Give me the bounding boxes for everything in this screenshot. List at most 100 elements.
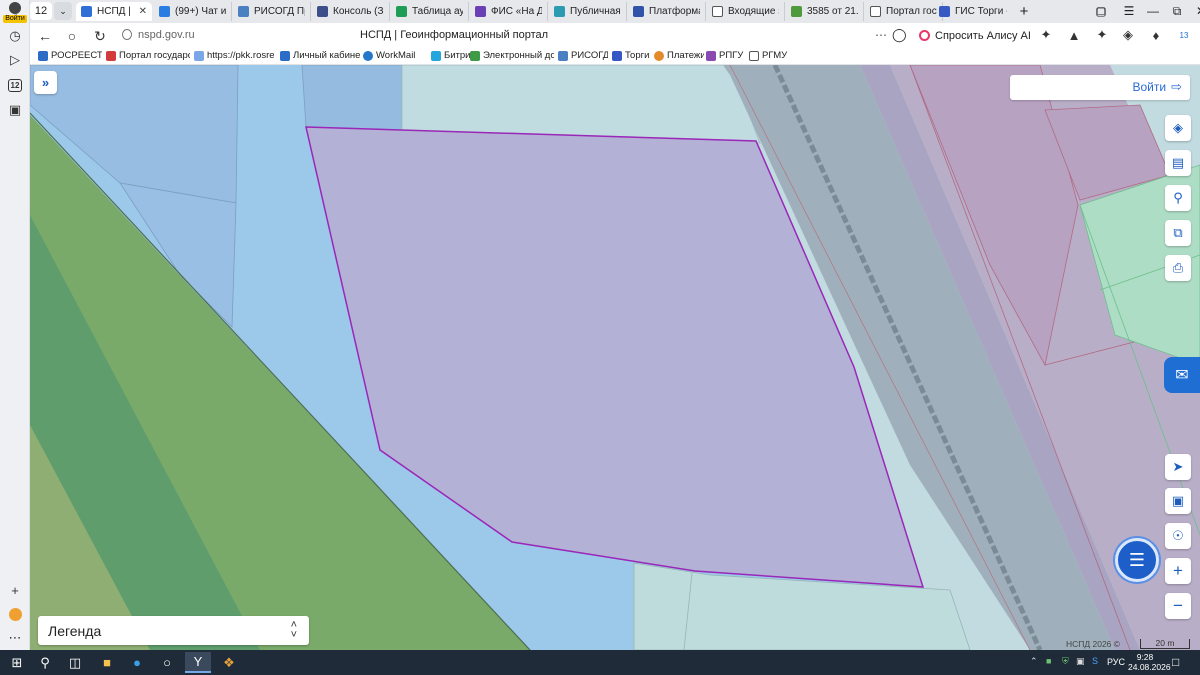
zoom-out-button[interactable]: −: [1165, 593, 1191, 619]
tab-risogd[interactable]: РИСОГД Про: [233, 2, 311, 21]
extension-icon[interactable]: ✦: [1094, 27, 1110, 43]
minimize-icon[interactable]: —: [1142, 2, 1164, 20]
app-icon[interactable]: ❖: [216, 652, 242, 673]
start-icon[interactable]: ⊞: [4, 652, 30, 673]
area-search-button[interactable]: ⚲: [1165, 185, 1191, 211]
tab-label: 3585 от 21.08: [807, 6, 858, 17]
expand-collapse-icon[interactable]: ˄ ˅: [291, 620, 297, 641]
bookmark-icon[interactable]: ◯: [892, 27, 907, 43]
calendar-button[interactable]: 12: [5, 75, 25, 95]
bookmark-torgi[interactable]: Торги: [612, 50, 652, 61]
tab-favicon-icon: [475, 6, 486, 17]
bookmark-edo[interactable]: Электронный док: [470, 50, 554, 61]
tab-public-map[interactable]: Публичная ка: [549, 2, 627, 21]
edge-icon[interactable]: ●: [124, 652, 150, 673]
tray-app-icon[interactable]: ■: [1046, 656, 1051, 666]
bookmark-cabinet[interactable]: Личный кабинет: [280, 50, 360, 61]
login-icon: ⇨: [1171, 79, 1182, 94]
add-panel-icon[interactable]: +: [5, 580, 25, 600]
minimap-button[interactable]: ▣: [1165, 488, 1191, 514]
geo-pin-button[interactable]: ☉: [1165, 523, 1191, 549]
tab-platform[interactable]: Платформа г: [628, 2, 706, 21]
extension-shirt-icon[interactable]: ◈: [1120, 27, 1136, 43]
bookmark-risogd[interactable]: РИСОГД: [558, 50, 608, 61]
clock[interactable]: 9:28 24.08.2026: [1128, 652, 1171, 672]
ruler-button[interactable]: ▤: [1165, 150, 1191, 176]
url-field[interactable]: nspd.gov.ru: [138, 29, 195, 41]
protect-icon[interactable]: ○: [62, 26, 82, 46]
browser-c-icon[interactable]: ○: [154, 652, 180, 673]
print-button[interactable]: ⎙: [1165, 255, 1191, 281]
tab-counter[interactable]: 12: [30, 2, 52, 20]
extension-tag-icon[interactable]: ♦: [1148, 27, 1164, 43]
tab-gis-torgi[interactable]: ГИС Торги -: [934, 2, 1012, 21]
camera-icon[interactable]: ▣: [5, 100, 25, 120]
legend-panel[interactable]: Легенда ˄ ˅: [38, 616, 309, 645]
chat-icon: ☰: [1128, 549, 1146, 570]
calendar-badge: 12: [8, 78, 22, 92]
bookmark-rgmu[interactable]: РГМУ: [749, 50, 791, 61]
layers-button[interactable]: ◈: [1165, 115, 1191, 141]
tab-inbox[interactable]: Входящие за: [707, 2, 785, 21]
notification-icon[interactable]: □: [1172, 655, 1179, 669]
more-icon[interactable]: ⋯: [5, 628, 25, 648]
network-icon[interactable]: ▣: [1076, 656, 1085, 667]
ask-alice-button[interactable]: Спросить Алису AI: [914, 26, 1036, 45]
restore-icon[interactable]: ⧉: [1166, 2, 1188, 20]
tab-console[interactable]: Консоль (Зак: [312, 2, 390, 21]
tab-nspd[interactable]: НСПД | Ге ✕: [76, 2, 152, 21]
expand-panel-button[interactable]: »: [34, 71, 57, 94]
bookmark-rosreestr[interactable]: РОСРЕЕСТР: [38, 50, 102, 61]
close-icon[interactable]: ✕: [139, 6, 147, 17]
taskbar: ⊞ ⚲ ◫ ■ ● ○ Y ❖ ⌃ ■ ⛨ ▣ S РУС 9:28 24.08…: [0, 650, 1200, 675]
page-menu-icon[interactable]: ⋯: [875, 28, 888, 42]
task-view-icon[interactable]: ◫: [62, 652, 88, 673]
downloads-icon[interactable]: 13: [1176, 27, 1192, 43]
cloud-icon: [159, 6, 170, 17]
language-indicator[interactable]: РУС: [1107, 657, 1125, 667]
tab-favicon-icon: [554, 6, 565, 17]
tab-table[interactable]: Таблица аукц: [391, 2, 469, 21]
bookmark-workmail[interactable]: WorkMail: [363, 50, 427, 61]
file-explorer-icon[interactable]: ■: [94, 652, 120, 673]
search-icon[interactable]: ⚲: [32, 652, 58, 673]
tab-3585[interactable]: 3585 от 21.08: [786, 2, 864, 21]
new-tab-button[interactable]: +: [1015, 2, 1033, 20]
tab-label: Входящие за: [728, 6, 779, 17]
alice-icon[interactable]: [5, 604, 25, 624]
bookmark-payments[interactable]: Платежи: [654, 50, 704, 61]
bookmark-gov-portal[interactable]: Портал государс: [106, 50, 190, 61]
tray-expand-icon[interactable]: ⌃: [1030, 656, 1038, 667]
back-icon[interactable]: ←: [35, 26, 55, 46]
chevron-down-icon[interactable]: ⌄: [54, 2, 72, 20]
tab-fis[interactable]: ФИС «На Дач: [470, 2, 548, 21]
tray-shield-icon[interactable]: ⛨: [1062, 656, 1069, 667]
tab-gov-portal[interactable]: Портал госуд: [865, 2, 943, 21]
reload-icon[interactable]: ↻: [90, 26, 110, 46]
extension-hat-icon[interactable]: ▲: [1066, 27, 1082, 43]
play-icon[interactable]: ▷: [5, 50, 25, 70]
side-panel-tab[interactable]: ✉: [1164, 357, 1200, 393]
close-window-icon[interactable]: ✕: [1190, 2, 1200, 20]
zoom-in-button[interactable]: +: [1165, 558, 1191, 584]
yandex-browser-icon[interactable]: Y: [185, 652, 211, 673]
tray-s-icon[interactable]: S: [1092, 656, 1098, 666]
collections-icon[interactable]: ▢: [1090, 2, 1112, 20]
extension-icon[interactable]: ✦: [1038, 27, 1054, 43]
tab-label: Портал госуд: [886, 6, 937, 17]
site-info-icon[interactable]: [122, 29, 132, 40]
map-canvas[interactable]: [30, 65, 1200, 650]
locate-button[interactable]: ➤: [1165, 454, 1191, 480]
account-label: Войти: [3, 15, 27, 23]
tab-chat[interactable]: (99+) Чат и за: [154, 2, 232, 21]
history-icon[interactable]: ◷: [5, 26, 25, 46]
bookmark-icon: [38, 50, 48, 61]
login-button[interactable]: Войти ⇨: [1133, 79, 1183, 95]
share-button[interactable]: ⧉: [1165, 220, 1191, 246]
bookmark-pkk[interactable]: https://pkk.rosree: [194, 50, 274, 61]
account-button[interactable]: Войти: [3, 2, 27, 23]
chat-button[interactable]: ☰: [1115, 538, 1159, 582]
copyright: НСПД 2026 ©: [1066, 639, 1121, 649]
menu-icon[interactable]: ☰: [1118, 2, 1140, 20]
bookmark-rpgu[interactable]: РПГУ: [706, 50, 746, 61]
